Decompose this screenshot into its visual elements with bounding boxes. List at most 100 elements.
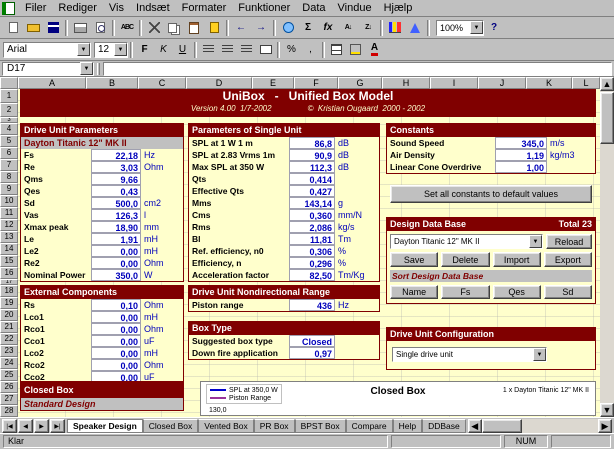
param-value-cell[interactable]: 112,3 bbox=[289, 161, 335, 173]
reload-button[interactable]: Reload bbox=[546, 234, 592, 249]
align-center-button[interactable] bbox=[218, 41, 237, 58]
insert-hyperlink-button[interactable] bbox=[278, 19, 298, 37]
param-value-cell[interactable]: 11,81 bbox=[289, 233, 335, 245]
borders-button[interactable] bbox=[327, 41, 346, 58]
sort-by-button[interactable]: Sd bbox=[544, 285, 592, 299]
param-value-cell[interactable]: 0,97 bbox=[289, 347, 335, 359]
horizontal-scroll-track[interactable] bbox=[522, 419, 598, 433]
param-value-cell[interactable]: 0,00 bbox=[91, 311, 141, 323]
column-header[interactable]: B bbox=[86, 77, 138, 89]
column-header[interactable]: A bbox=[18, 77, 86, 89]
sheet-tab[interactable]: Compare bbox=[346, 419, 393, 433]
driver-select-combo[interactable]: Dayton Titanic 12" MK II ▼ bbox=[390, 234, 543, 249]
sort-by-button[interactable]: Qes bbox=[493, 285, 541, 299]
last-sheet-button[interactable]: ▶| bbox=[50, 419, 65, 433]
name-box[interactable]: D17 ▼ bbox=[2, 62, 94, 76]
set-defaults-button[interactable]: Set all constants to default values bbox=[390, 185, 592, 203]
row-header[interactable]: 20 bbox=[0, 309, 18, 321]
chevron-down-icon[interactable]: ▼ bbox=[77, 43, 90, 56]
database-action-button[interactable]: Import bbox=[493, 252, 541, 267]
menu-item[interactable]: Vis bbox=[103, 2, 130, 14]
underline-button[interactable]: U bbox=[173, 41, 192, 58]
chevron-down-icon[interactable]: ▼ bbox=[529, 235, 542, 248]
sheet-tab[interactable]: Vented Box bbox=[198, 419, 253, 433]
database-action-button[interactable]: Export bbox=[544, 252, 592, 267]
spelling-button[interactable]: ABC bbox=[117, 19, 137, 37]
param-value-cell[interactable]: 436 bbox=[289, 299, 335, 311]
help-button[interactable]: ? bbox=[484, 19, 504, 37]
menu-item[interactable]: Data bbox=[296, 2, 331, 14]
sort-descending-button[interactable]: Z↓ bbox=[358, 19, 378, 37]
sheet-tab[interactable]: Help bbox=[393, 419, 422, 433]
previous-sheet-button[interactable]: ◀ bbox=[18, 419, 33, 433]
param-value-cell[interactable]: 0,00 bbox=[91, 347, 141, 359]
italic-button[interactable]: K bbox=[154, 41, 173, 58]
param-value-cell[interactable]: 1,00 bbox=[495, 161, 547, 173]
font-name-combo[interactable]: Arial ▼ bbox=[3, 42, 91, 58]
menu-item[interactable]: Hjælp bbox=[378, 2, 419, 14]
param-value-cell[interactable]: 0,306 bbox=[289, 245, 335, 257]
row-header[interactable]: 8 bbox=[0, 171, 18, 183]
menu-item[interactable]: Formater bbox=[176, 2, 233, 14]
bold-button[interactable]: F bbox=[135, 41, 154, 58]
chevron-down-icon[interactable]: ▼ bbox=[114, 43, 127, 56]
database-action-button[interactable]: Delete bbox=[441, 252, 489, 267]
sheet-tab[interactable]: Speaker Design bbox=[67, 419, 143, 433]
comma-style-button[interactable]: , bbox=[301, 41, 320, 58]
print-preview-button[interactable] bbox=[90, 19, 110, 37]
row-header[interactable]: 27 bbox=[0, 393, 18, 405]
row-header[interactable]: 19 bbox=[0, 297, 18, 309]
row-header[interactable]: 10 bbox=[0, 195, 18, 207]
param-value-cell[interactable]: 3,03 bbox=[91, 161, 141, 173]
row-header[interactable]: 1 bbox=[0, 89, 18, 103]
param-value-cell[interactable]: 143,14 bbox=[289, 197, 335, 209]
param-value-cell[interactable]: 22,18 bbox=[91, 149, 141, 161]
merge-center-button[interactable] bbox=[256, 41, 275, 58]
menu-item[interactable]: Filer bbox=[19, 2, 52, 14]
row-header[interactable]: 9 bbox=[0, 183, 18, 195]
param-value-cell[interactable]: 2,086 bbox=[289, 221, 335, 233]
row-header[interactable]: 16 bbox=[0, 267, 18, 279]
param-value-cell[interactable]: 90,9 bbox=[289, 149, 335, 161]
param-value-cell[interactable]: 18,90 bbox=[91, 221, 141, 233]
save-button[interactable] bbox=[43, 19, 63, 37]
column-header[interactable]: J bbox=[478, 77, 526, 89]
vertical-scrollbar[interactable]: ▲ ▼ bbox=[600, 77, 614, 417]
param-value-cell[interactable]: 0,00 bbox=[91, 359, 141, 371]
param-value-cell[interactable]: 0,427 bbox=[289, 185, 335, 197]
param-value-cell[interactable]: 82,50 bbox=[289, 269, 335, 281]
column-header[interactable]: I bbox=[430, 77, 478, 89]
chart-wizard-button[interactable] bbox=[385, 19, 405, 37]
param-value-cell[interactable]: 1,19 bbox=[495, 149, 547, 161]
sheet-tab[interactable]: BPST Box bbox=[295, 419, 346, 433]
row-header[interactable]: 2 bbox=[0, 103, 18, 117]
drive-config-combo[interactable]: Single drive unit ▼ bbox=[392, 347, 547, 362]
row-header[interactable]: 12 bbox=[0, 219, 18, 231]
print-button[interactable] bbox=[70, 19, 90, 37]
column-header[interactable]: E bbox=[252, 77, 294, 89]
row-header[interactable]: 21 bbox=[0, 321, 18, 333]
column-header[interactable]: H bbox=[382, 77, 430, 89]
fill-color-button[interactable] bbox=[346, 41, 365, 58]
param-value-cell[interactable]: 350,0 bbox=[91, 269, 141, 281]
menu-item[interactable]: Indsæt bbox=[130, 2, 176, 14]
param-value-cell[interactable]: 0,00 bbox=[91, 257, 141, 269]
new-button[interactable] bbox=[3, 19, 23, 37]
scroll-down-icon[interactable]: ▼ bbox=[600, 403, 614, 417]
column-header[interactable]: D bbox=[186, 77, 252, 89]
row-header[interactable]: 5 bbox=[0, 135, 18, 147]
sort-by-button[interactable]: Fs bbox=[441, 285, 489, 299]
menu-item[interactable]: Funktioner bbox=[232, 2, 296, 14]
sheet-tab[interactable]: DDBase bbox=[422, 419, 466, 433]
chevron-down-icon[interactable]: ▼ bbox=[533, 348, 546, 361]
drawing-button[interactable] bbox=[405, 19, 425, 37]
copy-button[interactable] bbox=[164, 19, 184, 37]
row-header[interactable]: 7 bbox=[0, 159, 18, 171]
formula-input[interactable] bbox=[103, 62, 612, 76]
row-header[interactable]: 15 bbox=[0, 255, 18, 267]
chevron-down-icon[interactable]: ▼ bbox=[80, 62, 93, 75]
row-header[interactable]: 24 bbox=[0, 357, 18, 369]
row-header[interactable]: 11 bbox=[0, 207, 18, 219]
next-sheet-button[interactable]: ▶ bbox=[34, 419, 49, 433]
vertical-scroll-thumb[interactable] bbox=[600, 92, 614, 144]
